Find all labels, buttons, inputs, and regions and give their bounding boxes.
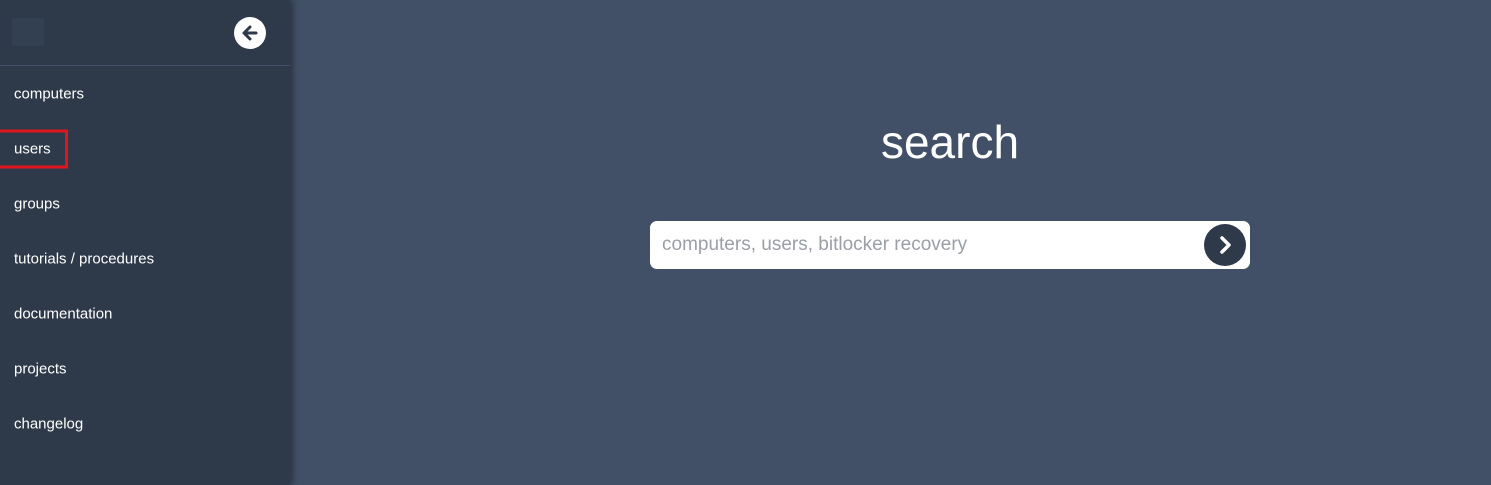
search-input[interactable] [662,221,1192,269]
sidebar-item-label: tutorials / procedures [14,250,155,268]
sidebar-item-groups[interactable]: groups [0,184,290,224]
sidebar-item-label: documentation [14,305,113,323]
chevron-right-icon [1220,236,1231,254]
sidebar-item-label: changelog [14,415,84,433]
search-box [650,221,1250,269]
sidebar-item-projects[interactable]: projects [0,349,290,389]
sidebar-item-label: groups [14,195,60,213]
sidebar-header [0,0,290,66]
sidebar-item-tutorials-procedures[interactable]: tutorials / procedures [0,239,290,279]
sidebar-item-label: computers [14,85,85,103]
sidebar-item-computers[interactable]: computers [0,74,290,114]
search-submit-button[interactable] [1204,224,1246,266]
sidebar-item-changelog[interactable]: changelog [0,404,290,444]
sidebar-item-label: users [0,129,68,169]
sidebar-item-users[interactable]: users [0,129,290,169]
sidebar-item-label: projects [14,360,67,378]
logo [12,18,44,46]
page-title: search [880,116,1020,168]
sidebar-item-documentation[interactable]: documentation [0,294,290,334]
arrow-left-icon [242,25,258,41]
collapse-sidebar-button[interactable] [234,17,266,49]
sidebar: computers users groups tutorials / proce… [0,0,290,485]
